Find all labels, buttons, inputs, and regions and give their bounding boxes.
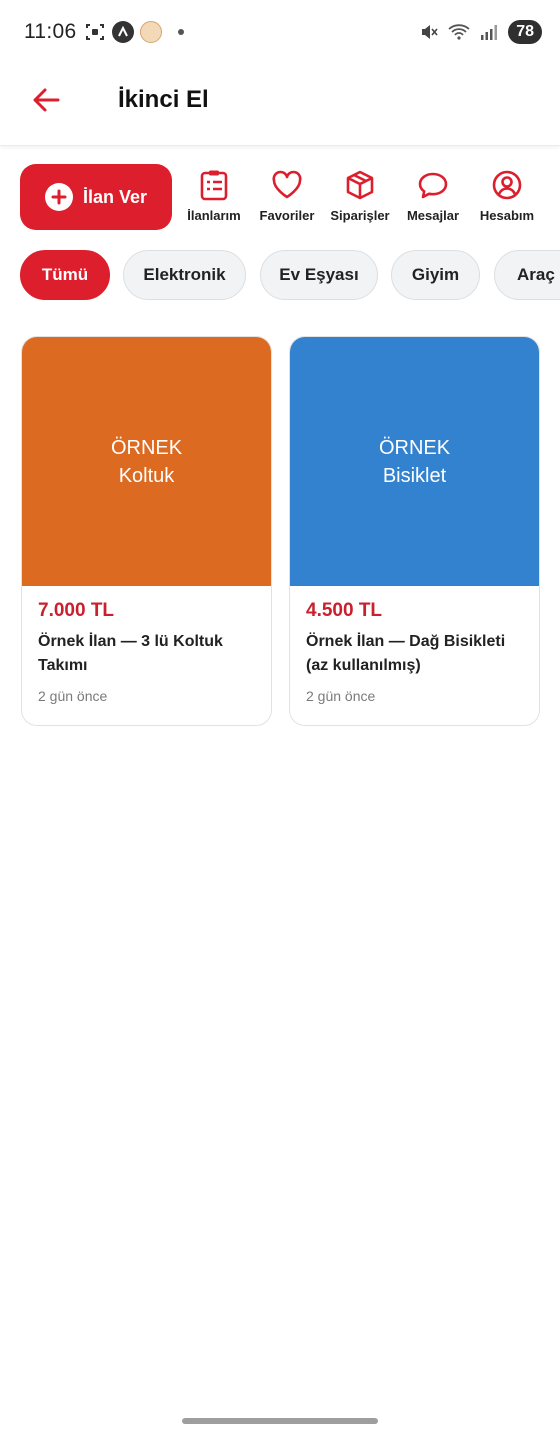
chip-electronics[interactable]: Elektronik (123, 250, 246, 300)
listing-image-caption: Koltuk (118, 464, 175, 487)
chip-clothing[interactable]: Giyim (391, 250, 480, 300)
battery-indicator: 78 (508, 20, 542, 44)
screenshot-icon (84, 21, 106, 43)
chip-vehicles[interactable]: Araç & (494, 250, 560, 300)
listing-price: 4.500 TL (306, 600, 383, 621)
post-ad-label: İlan Ver (82, 186, 148, 207)
clipboard-list-icon (197, 168, 231, 202)
arrow-left-icon (33, 88, 60, 112)
notification-icons (84, 21, 184, 43)
avatar-notification-icon (140, 21, 162, 43)
messages-label: Mesajlar (406, 208, 460, 223)
app-bar: İkinci El (0, 66, 560, 146)
gesture-navigation-bar[interactable] (182, 1418, 378, 1424)
more-notifications-dot-icon (178, 29, 184, 35)
status-bar: 11:06 78 (0, 0, 560, 66)
orders-label: Siparişler (330, 208, 390, 223)
post-ad-button[interactable]: İlan Ver (20, 164, 172, 230)
listing-card[interactable]: ÖRNEK Bisiklet 4.500 TL Örnek İlan — Dağ… (289, 336, 540, 726)
listing-title: Örnek İlan — Dağ Bisikleti (az kullanılm… (306, 633, 506, 674)
wifi-icon (448, 21, 470, 43)
page-title: İkinci El (118, 86, 209, 113)
back-button[interactable] (26, 80, 66, 120)
listing-time: 2 gün önce (38, 688, 108, 704)
chat-bubble-icon (416, 168, 450, 202)
account-label: Hesabım (479, 208, 535, 223)
listing-image-caption: Bisiklet (382, 464, 447, 487)
listing-image: ÖRNEK Koltuk (22, 337, 271, 586)
favorites-button[interactable]: Favoriler (251, 168, 323, 223)
listing-card-body: 7.000 TL Örnek İlan — 3 lü Koltuk Takımı… (22, 586, 271, 718)
listing-image: ÖRNEK Bisiklet (290, 337, 539, 586)
system-icons: 78 (418, 20, 542, 44)
chip-home-goods[interactable]: Ev Eşyası (260, 250, 378, 300)
listing-title: Örnek İlan — 3 lü Koltuk Takımı (38, 633, 223, 674)
heart-icon (270, 168, 304, 202)
chip-all[interactable]: Tümü (20, 250, 110, 300)
account-button[interactable]: Hesabım (471, 168, 543, 223)
orders-button[interactable]: Siparişler (324, 168, 396, 223)
my-listings-label: İlanlarım (187, 208, 241, 223)
favorites-label: Favoriler (259, 208, 315, 223)
status-time: 11:06 (24, 20, 77, 43)
messages-button[interactable]: Mesajlar (397, 168, 469, 223)
signal-icon (478, 21, 500, 43)
my-listings-button[interactable]: İlanlarım (178, 168, 250, 223)
plus-circle-icon (44, 183, 73, 211)
quick-actions: İlan Ver İlanlarım Favoriler Siparişler … (20, 164, 560, 232)
listing-card-body: 4.500 TL Örnek İlan — Dağ Bisikleti (az … (290, 586, 539, 718)
mute-icon (418, 21, 440, 43)
listing-card[interactable]: ÖRNEK Koltuk 7.000 TL Örnek İlan — 3 lü … (21, 336, 272, 726)
category-chips: Tümü Elektronik Ev Eşyası Giyim Araç & (20, 250, 560, 302)
app-notification-icon (112, 21, 134, 43)
box-icon (343, 168, 377, 202)
listing-image-label: ÖRNEK (378, 436, 451, 459)
listing-time: 2 gün önce (306, 688, 376, 704)
listing-image-label: ÖRNEK (110, 436, 183, 459)
listing-price: 7.000 TL (38, 600, 115, 621)
user-circle-icon (490, 168, 524, 202)
